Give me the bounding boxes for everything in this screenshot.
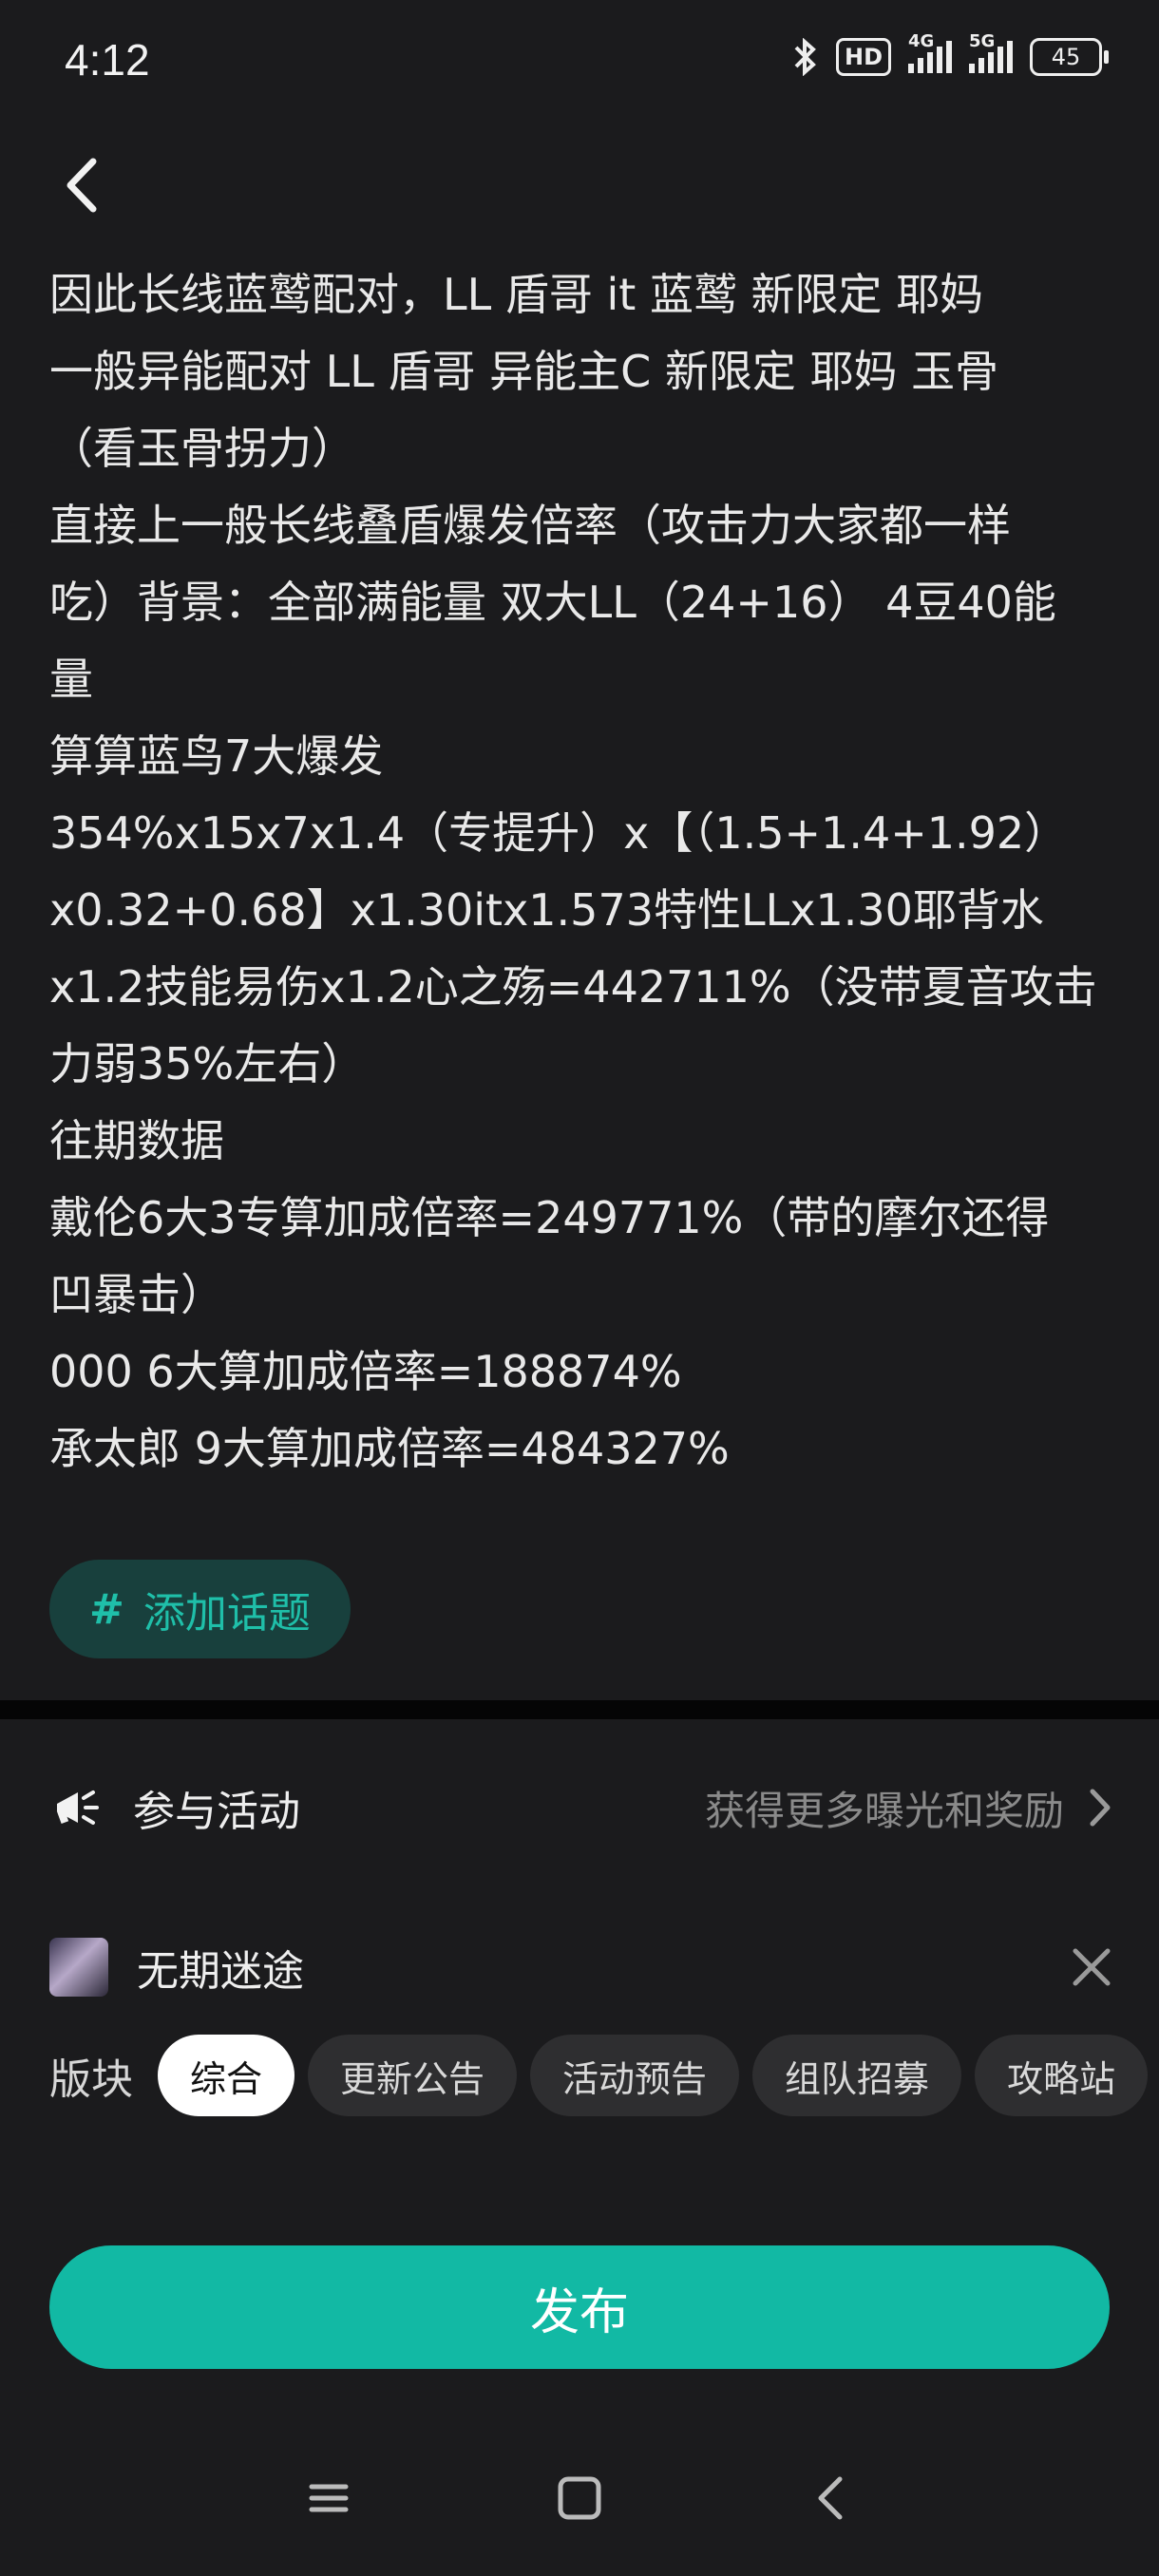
board-chip-general[interactable]: 综合 [158,2035,295,2116]
hd-icon: HD [835,38,891,76]
home-icon[interactable] [551,2470,608,2527]
join-activity-row[interactable]: 参与活动 获得更多曝光和奖励 [49,1769,1113,1847]
menu-icon[interactable] [300,2470,357,2527]
board-label: 版块 [49,2055,133,2104]
post-line: x1.2技能易伤x1.2心之殇=442711%（没带夏音攻击 [49,961,1097,1013]
battery-icon: 45 [1030,38,1109,76]
post-line: 力弱35%左右） [49,1038,366,1089]
join-activity-label: 参与活动 [133,1788,300,1836]
signal-5g-icon: 5G [969,31,1013,73]
bluetooth-icon [794,38,816,76]
game-name: 无期迷途 [137,1947,304,1996]
megaphone-icon [56,1790,99,1825]
status-bar: 4:12 HD 4G 5G 45 [0,0,1159,123]
status-icons: HD 4G 5G 45 [792,31,1109,76]
system-nav-bar [0,2451,1159,2546]
selected-game-row: 无期迷途 [49,1934,1113,2000]
signal-4g-icon: 4G [908,31,952,73]
post-content[interactable]: 因此长线蓝鹫配对，LL 盾哥 it 蓝鹫 新限定 耶妈 一般异能配对 LL 盾哥… [49,256,1113,1487]
publish-button[interactable]: 发布 [49,2245,1110,2369]
game-avatar [49,1938,108,1997]
post-line: 000 6大算加成倍率=188874% [49,1346,682,1397]
post-line: 往期数据 [49,1115,224,1166]
board-chip-events[interactable]: 活动预告 [530,2035,740,2116]
post-line: 因此长线蓝鹫配对，LL 盾哥 it 蓝鹫 新限定 耶妈 [49,269,984,320]
post-line: 量 [49,653,93,705]
nav-back-icon[interactable] [804,2470,861,2527]
post-line: （看玉骨拐力） [49,423,355,474]
board-selector: 版块 综合 更新公告 活动预告 组队招募 攻略站 [49,2035,1149,2116]
back-arrow-icon[interactable] [59,152,106,218]
section-divider [0,1700,1159,1719]
post-line: 354%x15x7x1.4（专提升）x【（1.5+1.4+1.92） [49,807,1069,859]
post-line: x0.32+0.68】x1.30itx1.573特性LLx1.30耶背水 [49,884,1044,936]
add-topic-button[interactable]: # 添加话题 [49,1560,351,1658]
post-line: 戴伦6大3专算加成倍率=249771%（带的摩尔还得 [49,1192,1050,1243]
close-icon[interactable] [1070,1945,1113,1989]
board-chip-guides[interactable]: 攻略站 [975,2035,1149,2116]
post-line: 承太郎 9大算加成倍率=484327% [49,1423,730,1474]
post-line: 直接上一般长线叠盾爆发倍率（攻击力大家都一样 [49,500,1011,551]
add-topic-label: 添加话题 [142,1589,311,1638]
battery-level: 45 [1051,44,1081,70]
activity-hint: 获得更多曝光和奖励 [704,1787,1064,1834]
post-line: 算算蓝鸟7大爆发 [49,730,384,782]
post-line: 吃）背景：全部满能量 双大LL（24+16） 4豆40能 [49,577,1056,628]
chevron-right-icon [1090,1789,1111,1827]
board-chip-announcements[interactable]: 更新公告 [308,2035,518,2116]
board-chip-recruit[interactable]: 组队招募 [752,2035,962,2116]
post-line: 一般异能配对 LL 盾哥 异能主C 新限定 耶妈 玉骨 [49,346,999,397]
status-time: 4:12 [65,35,150,85]
hash-icon: # [89,1584,124,1634]
post-line: 凹暴击） [49,1269,224,1320]
